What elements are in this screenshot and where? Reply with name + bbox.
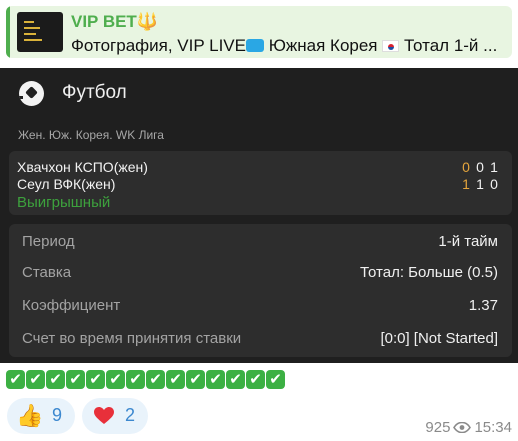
- reply-thumbnail: [17, 12, 63, 52]
- team2-score: 0: [490, 176, 498, 192]
- detail-label: Коэффициент: [22, 297, 121, 314]
- bet-card: Футбол Жен. Юж. Корея. WK Лига Хвачхон К…: [0, 68, 518, 363]
- reply-sender-name: VIP BET: [71, 12, 137, 31]
- team1-score: 1: [490, 159, 498, 175]
- detail-value: 1.37: [468, 297, 498, 314]
- detail-value: [0:0] [Not Started]: [380, 330, 498, 347]
- checkmark-row: ✔ ✔ ✔ ✔ ✔ ✔ ✔ ✔ ✔ ✔ ✔ ✔ ✔ ✔: [6, 370, 286, 392]
- detail-row-odds: Коэффициент 1.37: [22, 297, 498, 317]
- reply-accent-bar: [6, 6, 10, 58]
- message-time: 15:34: [474, 419, 512, 436]
- eye-icon: [453, 422, 472, 433]
- heart-icon: [94, 407, 114, 424]
- check-mark-icon: ✔: [266, 370, 285, 389]
- team1-score: 0: [462, 159, 470, 175]
- reply-preview-tail: Тотал 1-й ...: [403, 36, 498, 55]
- check-mark-icon: ✔: [6, 370, 25, 389]
- bet-result: Выигрышный: [17, 194, 111, 211]
- detail-value: Тотал: Больше (0.5): [360, 264, 498, 281]
- check-mark-icon: ✔: [106, 370, 125, 389]
- detail-label: Ставка: [22, 264, 72, 281]
- team2-score: 1: [462, 176, 470, 192]
- check-mark-icon: ✔: [206, 370, 225, 389]
- check-mark-icon: ✔: [26, 370, 45, 389]
- team1-score: 0: [476, 159, 484, 175]
- detail-label: Период: [22, 233, 75, 250]
- soccer-ball-icon: [19, 81, 44, 106]
- detail-label: Счет во время принятия ставки: [22, 330, 242, 347]
- sport-title: Футбол: [62, 82, 127, 103]
- message-meta: 925 15:34: [425, 419, 512, 436]
- check-mark-icon: ✔: [226, 370, 245, 389]
- reply-preview-caption: Фотография, VIP LIVE: [71, 36, 246, 55]
- trident-icon: 🔱: [136, 12, 158, 31]
- check-mark-icon: ✔: [86, 370, 105, 389]
- detail-row-period: Период 1-й тайм: [22, 233, 498, 253]
- reply-preview[interactable]: VIP BET🔱 Фотография, VIP LIVE Южная Коре…: [6, 6, 512, 58]
- check-mark-icon: ✔: [246, 370, 265, 389]
- team1-scores: 001: [459, 159, 501, 175]
- check-mark-icon: ✔: [186, 370, 205, 389]
- reaction-heart[interactable]: 2: [82, 398, 148, 434]
- team2-score: 1: [476, 176, 484, 192]
- team1-name: Хвачхон КСПО(жен): [17, 159, 148, 175]
- reaction-count: 2: [125, 405, 136, 425]
- view-count: 925: [425, 419, 451, 436]
- league-name: Жен. Юж. Корея. WK Лига: [18, 128, 164, 142]
- detail-value: 1-й тайм: [438, 233, 498, 250]
- detail-row-stake: Ставка Тотал: Больше (0.5): [22, 264, 498, 284]
- reaction-count: 9: [52, 405, 63, 425]
- south-korea-flag-icon: [382, 40, 400, 52]
- message-bubble: VIP BET🔱 Фотография, VIP LIVE Южная Коре…: [0, 0, 518, 441]
- check-mark-icon: ✔: [126, 370, 145, 389]
- bet-details: Период 1-й тайм Ставка Тотал: Больше (0.…: [9, 224, 512, 357]
- check-mark-icon: ✔: [46, 370, 65, 389]
- reply-sender: VIP BET🔱: [71, 12, 158, 32]
- reply-preview-country: Южная Корея: [268, 36, 378, 55]
- check-mark-icon: ✔: [166, 370, 185, 389]
- reply-preview-text: Фотография, VIP LIVE Южная Корея Тотал 1…: [71, 36, 509, 56]
- detail-row-score: Счет во время принятия ставки [0:0] [Not…: [22, 330, 498, 350]
- thumbs-up-icon: 👍: [16, 403, 44, 428]
- check-mark-icon: ✔: [146, 370, 165, 389]
- check-mark-icon: ✔: [66, 370, 85, 389]
- reaction-thumbs-up[interactable]: 👍 9: [7, 398, 75, 434]
- match-panel: Хвачхон КСПО(жен) Сеул ВФК(жен) Выигрышн…: [9, 151, 512, 215]
- team2-name: Сеул ВФК(жен): [17, 176, 116, 192]
- team2-scores: 110: [459, 176, 501, 192]
- live-icon: [245, 39, 264, 52]
